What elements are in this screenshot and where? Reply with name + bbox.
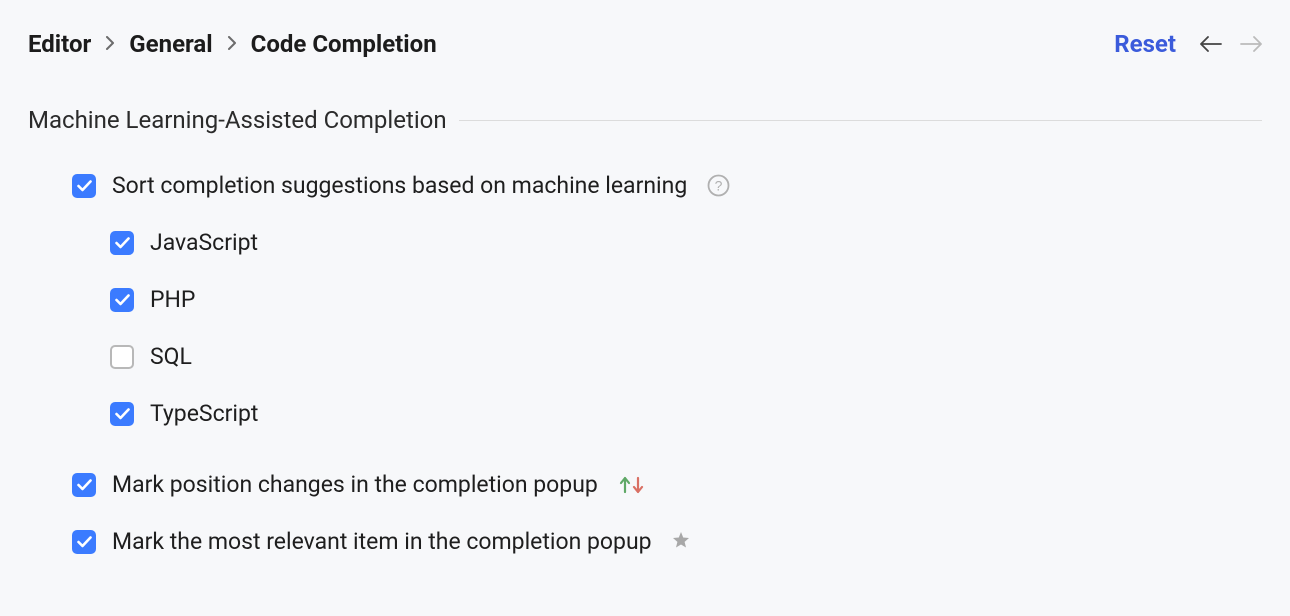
option-language-sql: SQL <box>28 343 1262 370</box>
settings-header: Editor General Code Completion Reset <box>28 30 1262 58</box>
help-icon[interactable]: ? <box>707 174 730 197</box>
checkbox-sort-suggestions[interactable] <box>72 174 96 198</box>
label-typescript[interactable]: TypeScript <box>150 400 258 427</box>
breadcrumb-item-editor[interactable]: Editor <box>28 30 91 58</box>
breadcrumb-item-general[interactable]: General <box>129 30 212 58</box>
label-javascript[interactable]: JavaScript <box>150 229 258 256</box>
checkbox-sql[interactable] <box>110 345 134 369</box>
option-language-javascript: JavaScript <box>28 229 1262 256</box>
checkbox-mark-relevant[interactable] <box>72 530 96 554</box>
option-sort-suggestions: Sort completion suggestions based on mac… <box>28 172 1262 199</box>
label-sql[interactable]: SQL <box>150 343 192 370</box>
option-language-typescript: TypeScript <box>28 400 1262 427</box>
header-actions: Reset <box>1114 30 1262 58</box>
checkbox-php[interactable] <box>110 288 134 312</box>
option-language-php: PHP <box>28 286 1262 313</box>
checkbox-mark-position[interactable] <box>72 473 96 497</box>
option-mark-position: Mark position changes in the completion … <box>28 471 1262 498</box>
star-icon <box>672 531 690 553</box>
position-arrows-icon <box>618 475 646 495</box>
label-mark-relevant[interactable]: Mark the most relevant item in the compl… <box>112 528 652 555</box>
chevron-right-icon <box>105 34 115 55</box>
svg-text:?: ? <box>715 178 723 194</box>
checkbox-javascript[interactable] <box>110 231 134 255</box>
section-divider <box>459 120 1262 121</box>
checkbox-typescript[interactable] <box>110 402 134 426</box>
nav-arrows <box>1200 33 1262 55</box>
forward-arrow-icon[interactable] <box>1240 33 1262 55</box>
label-sort-suggestions[interactable]: Sort completion suggestions based on mac… <box>112 172 687 199</box>
section-title: Machine Learning-Assisted Completion <box>28 106 447 134</box>
section-header: Machine Learning-Assisted Completion <box>28 106 1262 134</box>
breadcrumb: Editor General Code Completion <box>28 30 437 58</box>
label-php[interactable]: PHP <box>150 286 195 313</box>
back-arrow-icon[interactable] <box>1200 33 1222 55</box>
label-mark-position[interactable]: Mark position changes in the completion … <box>112 471 598 498</box>
breadcrumb-item-current: Code Completion <box>251 30 437 58</box>
chevron-right-icon <box>227 34 237 55</box>
option-mark-relevant: Mark the most relevant item in the compl… <box>28 528 1262 555</box>
reset-button[interactable]: Reset <box>1114 30 1176 58</box>
